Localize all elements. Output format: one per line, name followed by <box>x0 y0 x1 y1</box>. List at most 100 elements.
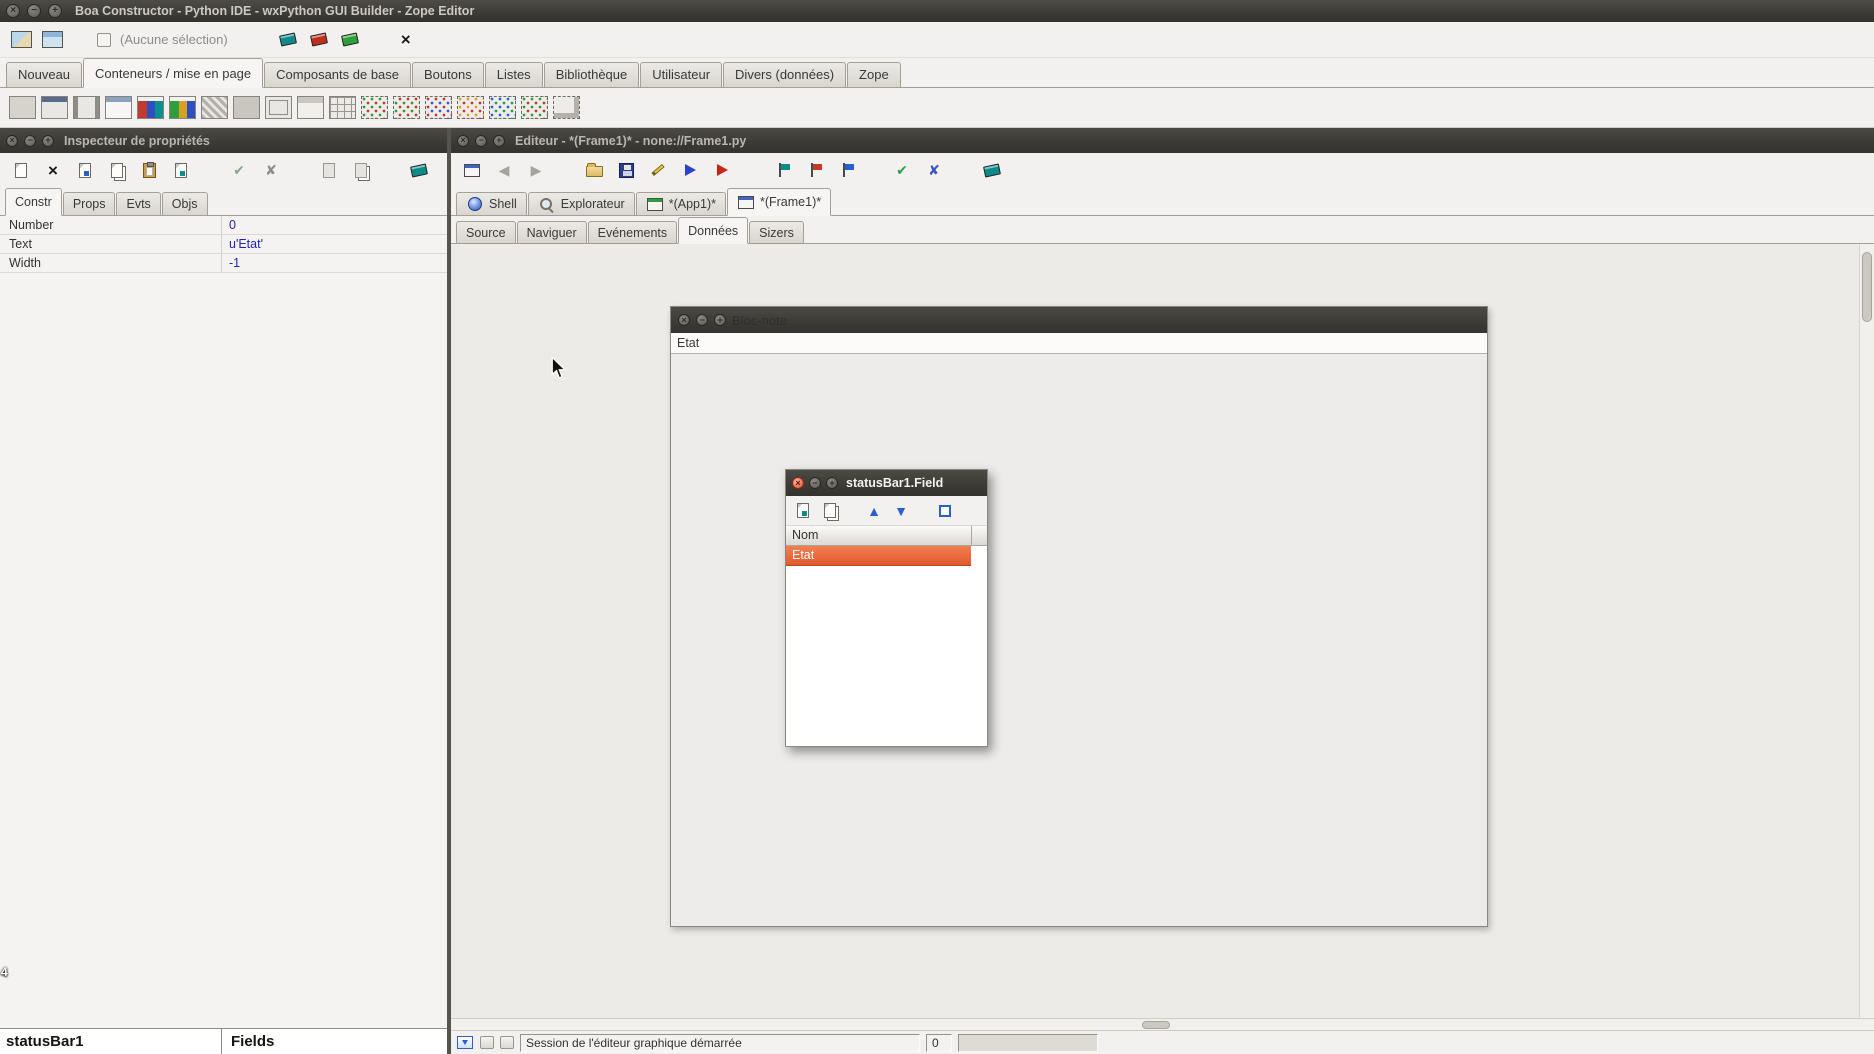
collection-editor-window[interactable]: statusBar1.Field Nom Etat <box>785 469 988 747</box>
move-down-icon[interactable] <box>892 502 910 520</box>
delete-field-icon[interactable] <box>821 502 839 520</box>
selection-checkbox[interactable] <box>97 33 111 47</box>
new-app-icon[interactable] <box>10 29 32 51</box>
dialog-icon[interactable] <box>105 96 132 119</box>
subtab-source[interactable]: Source <box>456 221 516 243</box>
add-item-icon[interactable] <box>10 159 32 181</box>
tab-app1[interactable]: *(App1)* <box>636 192 726 215</box>
confirm-icon[interactable] <box>228 159 250 181</box>
design-frame-close-button[interactable] <box>678 314 690 326</box>
tab-explorateur[interactable]: Explorateur <box>528 192 635 215</box>
design-frame-maximize-button[interactable] <box>714 314 726 326</box>
bookmark-red-icon[interactable] <box>801 159 823 181</box>
close-button[interactable] <box>6 4 20 18</box>
collection-list[interactable]: Etat <box>786 546 987 746</box>
open-icon[interactable] <box>583 159 605 181</box>
tab-zope[interactable]: Zope <box>847 62 901 87</box>
editor-minimize-button[interactable] <box>475 135 487 147</box>
help-book-teal-icon[interactable] <box>277 29 299 51</box>
tab-evts[interactable]: Evts <box>116 192 160 215</box>
column-header-nom[interactable]: Nom <box>786 526 972 545</box>
tab-props[interactable]: Props <box>63 192 116 215</box>
property-value[interactable]: 0 <box>222 216 447 234</box>
cancel-icon[interactable] <box>923 159 945 181</box>
subtab-naviguer[interactable]: Naviguer <box>517 221 587 243</box>
subtab-evenements[interactable]: Evénements <box>588 221 677 243</box>
tab-boutons[interactable]: Boutons <box>412 62 484 87</box>
tab-constr[interactable]: Constr <box>5 188 62 216</box>
properties-icon[interactable] <box>170 159 192 181</box>
collection-minimize-button[interactable] <box>809 477 821 489</box>
splitter-window-icon[interactable] <box>201 96 228 119</box>
grid-icon[interactable] <box>329 96 356 119</box>
revert-icon[interactable] <box>260 159 282 181</box>
static-box-icon[interactable] <box>265 96 292 119</box>
subtab-sizers[interactable]: Sizers <box>749 221 804 243</box>
mini-frame-icon[interactable] <box>73 96 100 119</box>
run-icon[interactable] <box>679 159 701 181</box>
status-log-icon[interactable] <box>456 1034 474 1052</box>
inspector-help-books-icon[interactable] <box>408 159 430 181</box>
status-toggle-1[interactable] <box>480 1036 494 1049</box>
notebook-icon[interactable] <box>137 96 164 119</box>
maximize-button[interactable] <box>48 4 62 18</box>
subtab-donnees[interactable]: Données <box>678 217 748 244</box>
inspector-minimize-button[interactable] <box>24 135 36 147</box>
help-book-red-icon[interactable] <box>308 29 330 51</box>
spacer-icon[interactable] <box>553 96 580 119</box>
editor-maximize-button[interactable] <box>493 135 505 147</box>
editor-help-books-icon[interactable] <box>981 159 1003 181</box>
bookmark-blue-icon[interactable] <box>833 159 855 181</box>
panel-icon[interactable] <box>9 96 36 119</box>
grid-sizer-icon[interactable] <box>393 96 420 119</box>
help-book-green-icon[interactable] <box>339 29 361 51</box>
list-item-etat-selected[interactable]: Etat <box>786 546 971 566</box>
horizontal-scrollbar[interactable] <box>451 1018 1874 1030</box>
collection-maximize-button[interactable] <box>826 477 838 489</box>
minimize-button[interactable] <box>27 4 41 18</box>
choicebook-icon[interactable] <box>297 96 324 119</box>
cut-icon[interactable] <box>318 159 340 181</box>
inspect-icon[interactable] <box>769 159 791 181</box>
copy-icon[interactable] <box>106 159 128 181</box>
static-box-sizer-icon[interactable] <box>489 96 516 119</box>
scrolled-window-icon[interactable] <box>233 96 260 119</box>
listbook-icon[interactable] <box>169 96 196 119</box>
box-sizer-icon[interactable] <box>361 96 388 119</box>
tab-composants-de-base[interactable]: Composants de base <box>264 62 411 87</box>
tab-nouveau[interactable]: Nouveau <box>6 62 82 87</box>
delete-item-icon[interactable] <box>42 159 64 181</box>
vertical-scrollbar[interactable] <box>1859 244 1874 1018</box>
design-frame-minimize-button[interactable] <box>696 314 708 326</box>
save-icon[interactable] <box>615 159 637 181</box>
apply-icon[interactable] <box>891 159 913 181</box>
tab-utilisateur[interactable]: Utilisateur <box>640 62 722 87</box>
new-frame-icon[interactable] <box>41 29 63 51</box>
horizontal-scrollbar-thumb[interactable] <box>1142 1021 1170 1029</box>
grid-bag-sizer-icon[interactable] <box>457 96 484 119</box>
back-icon[interactable] <box>493 159 515 181</box>
forward-icon[interactable] <box>525 159 547 181</box>
new-field-icon[interactable] <box>794 502 812 520</box>
tab-shell[interactable]: Shell <box>456 192 527 215</box>
status-toggle-2[interactable] <box>500 1036 514 1049</box>
close-page-icon[interactable] <box>461 159 483 181</box>
std-dialog-button-sizer-icon[interactable] <box>521 96 548 119</box>
property-value[interactable]: -1 <box>222 254 447 272</box>
debug-icon[interactable] <box>711 159 733 181</box>
tab-conteneurs-mise-en-page[interactable]: Conteneurs / mise en page <box>83 58 263 88</box>
frame-icon[interactable] <box>41 96 68 119</box>
tab-divers-donnees[interactable]: Divers (données) <box>723 62 846 87</box>
duplicate-icon[interactable] <box>350 159 372 181</box>
check-source-icon[interactable] <box>647 159 669 181</box>
tab-objs[interactable]: Objs <box>162 192 208 215</box>
post-icon[interactable] <box>936 502 954 520</box>
vertical-scrollbar-thumb[interactable] <box>1862 252 1872 322</box>
editor-close-button[interactable] <box>457 135 469 147</box>
property-value[interactable]: u'Etat' <box>222 235 447 253</box>
tab-bibliotheque[interactable]: Bibliothèque <box>544 62 640 87</box>
find-item-icon[interactable] <box>74 159 96 181</box>
move-up-icon[interactable] <box>865 502 883 520</box>
design-canvas[interactable]: Bloc-note Etat statusBar1.Field <box>451 244 1874 1018</box>
tab-listes[interactable]: Listes <box>485 62 543 87</box>
